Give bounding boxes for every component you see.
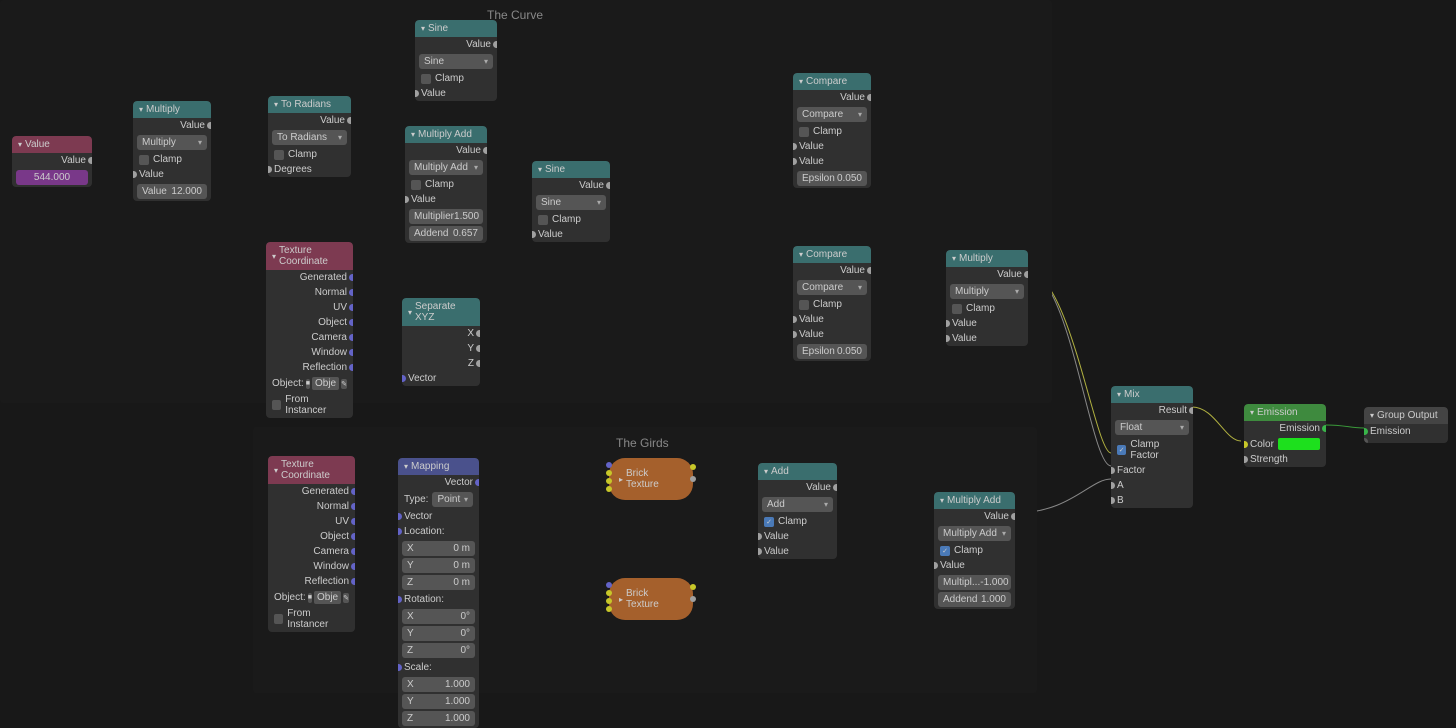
chevron-down-icon: ▾ (421, 24, 425, 33)
addend-input[interactable]: Addend1.000 (938, 592, 1011, 607)
rot-x[interactable]: X0° (402, 609, 475, 624)
operation-dropdown[interactable]: Add (762, 497, 833, 512)
object-picker[interactable]: ■ (306, 379, 310, 389)
chevron-down-icon: ▾ (18, 140, 22, 149)
sine-node[interactable]: ▾Sine Value Sine Clamp Value (532, 161, 610, 242)
to-radians-node[interactable]: ▾To Radians Value To Radians Clamp Degre… (268, 96, 351, 177)
scale-z[interactable]: Z1.000 (402, 711, 475, 726)
color-input[interactable]: Color (1244, 436, 1326, 452)
chevron-down-icon: ▾ (274, 100, 278, 109)
type-dropdown[interactable]: Float (1115, 420, 1189, 435)
chevron-down-icon: ▾ (940, 496, 944, 505)
add-node[interactable]: ▾Add Value Add ✓Clamp Value Value (758, 463, 837, 559)
chevron-down-icon: ▾ (274, 466, 278, 475)
chevron-down-icon: ▾ (1117, 390, 1121, 399)
scale-y[interactable]: Y1.000 (402, 694, 475, 709)
chevron-down-icon: ▾ (799, 250, 803, 259)
group-output-node[interactable]: ▾Group Output Emission (1364, 407, 1448, 443)
addend-input[interactable]: Addend0.657 (409, 226, 483, 241)
chevron-down-icon: ▾ (408, 308, 412, 317)
loc-z[interactable]: Z0 m (402, 575, 475, 590)
multiply-add-node[interactable]: ▾Multiply Add Value Multiply Add ✓Clamp … (934, 492, 1015, 609)
type-dropdown[interactable]: Point (432, 492, 473, 507)
eyedropper-icon[interactable]: ✎ (341, 379, 347, 389)
operation-dropdown[interactable]: Multiply Add (938, 526, 1011, 541)
value-node[interactable]: ▾Value Value 544.000 (12, 136, 92, 187)
sine-node[interactable]: ▾Sine Value Sine Clamp Value (415, 20, 497, 101)
chevron-down-icon: ▾ (1250, 408, 1254, 417)
scale-x[interactable]: X1.000 (402, 677, 475, 692)
operation-dropdown[interactable]: Multiply (137, 135, 207, 150)
frame-title-girds: The Girds (616, 436, 669, 450)
epsilon-input[interactable]: Epsilon0.050 (797, 171, 867, 186)
chevron-down-icon: ▾ (538, 165, 542, 174)
chevron-down-icon: ▾ (1370, 411, 1374, 420)
operation-dropdown[interactable]: Sine (536, 195, 606, 210)
chevron-down-icon: ▾ (952, 254, 956, 263)
rot-y[interactable]: Y0° (402, 626, 475, 641)
loc-x[interactable]: X0 m (402, 541, 475, 556)
value-input[interactable]: 544.000 (16, 170, 88, 185)
compare-node[interactable]: ▾Compare Value Compare Clamp Value Value… (793, 73, 871, 188)
value-input[interactable]: Value12.000 (137, 184, 207, 199)
chevron-down-icon: ▾ (404, 462, 408, 471)
frame-curve (0, 0, 1052, 403)
color-swatch[interactable] (1278, 438, 1320, 450)
chevron-down-icon: ▾ (799, 77, 803, 86)
operation-dropdown[interactable]: To Radians (272, 130, 347, 145)
chevron-down-icon: ▾ (764, 467, 768, 476)
chevron-down-icon: ▾ (139, 105, 143, 114)
mix-node[interactable]: ▾Mix Result Float ✓Clamp Factor Factor A… (1111, 386, 1193, 508)
multiply-node[interactable]: ▾Multiply Value Multiply Clamp Value Val… (133, 101, 211, 201)
operation-dropdown[interactable]: Multiply (950, 284, 1024, 299)
texture-coordinate-node[interactable]: ▾Texture Coordinate Generated Normal UV … (268, 456, 355, 632)
multiplier-input[interactable]: Multiplier1.500 (409, 209, 483, 224)
operation-dropdown[interactable]: Sine (419, 54, 493, 69)
chevron-right-icon: ▸ (619, 475, 623, 484)
brick-texture-node[interactable]: ▸Brick Texture (609, 458, 693, 500)
operation-dropdown[interactable]: Compare (797, 107, 867, 122)
epsilon-input[interactable]: Epsilon0.050 (797, 344, 867, 359)
operation-dropdown[interactable]: Compare (797, 280, 867, 295)
operation-dropdown[interactable]: Multiply Add (409, 160, 483, 175)
mapping-node[interactable]: ▾Mapping Vector Type:Point Vector Locati… (398, 458, 479, 728)
emission-node[interactable]: ▾Emission Emission Color Strength (1244, 404, 1326, 467)
separate-xyz-node[interactable]: ▾Separate XYZ X Y Z Vector (402, 298, 480, 386)
multiply-add-node[interactable]: ▾Multiply Add Value Multiply Add Clamp V… (405, 126, 487, 243)
compare-node[interactable]: ▾Compare Value Compare Clamp Value Value… (793, 246, 871, 361)
object-picker[interactable]: ■ (308, 593, 312, 603)
texture-coordinate-node[interactable]: ▾Texture Coordinate Generated Normal UV … (266, 242, 353, 418)
loc-y[interactable]: Y0 m (402, 558, 475, 573)
brick-texture-node[interactable]: ▸Brick Texture (609, 578, 693, 620)
chevron-right-icon: ▸ (619, 595, 623, 604)
eyedropper-icon[interactable]: ✎ (343, 593, 349, 603)
multiply-node[interactable]: ▾Multiply Value Multiply Clamp Value Val… (946, 250, 1028, 346)
chevron-down-icon: ▾ (411, 130, 415, 139)
chevron-down-icon: ▾ (272, 252, 276, 261)
rot-z[interactable]: Z0° (402, 643, 475, 658)
multiplier-input[interactable]: Multipl...-1.000 (938, 575, 1011, 590)
